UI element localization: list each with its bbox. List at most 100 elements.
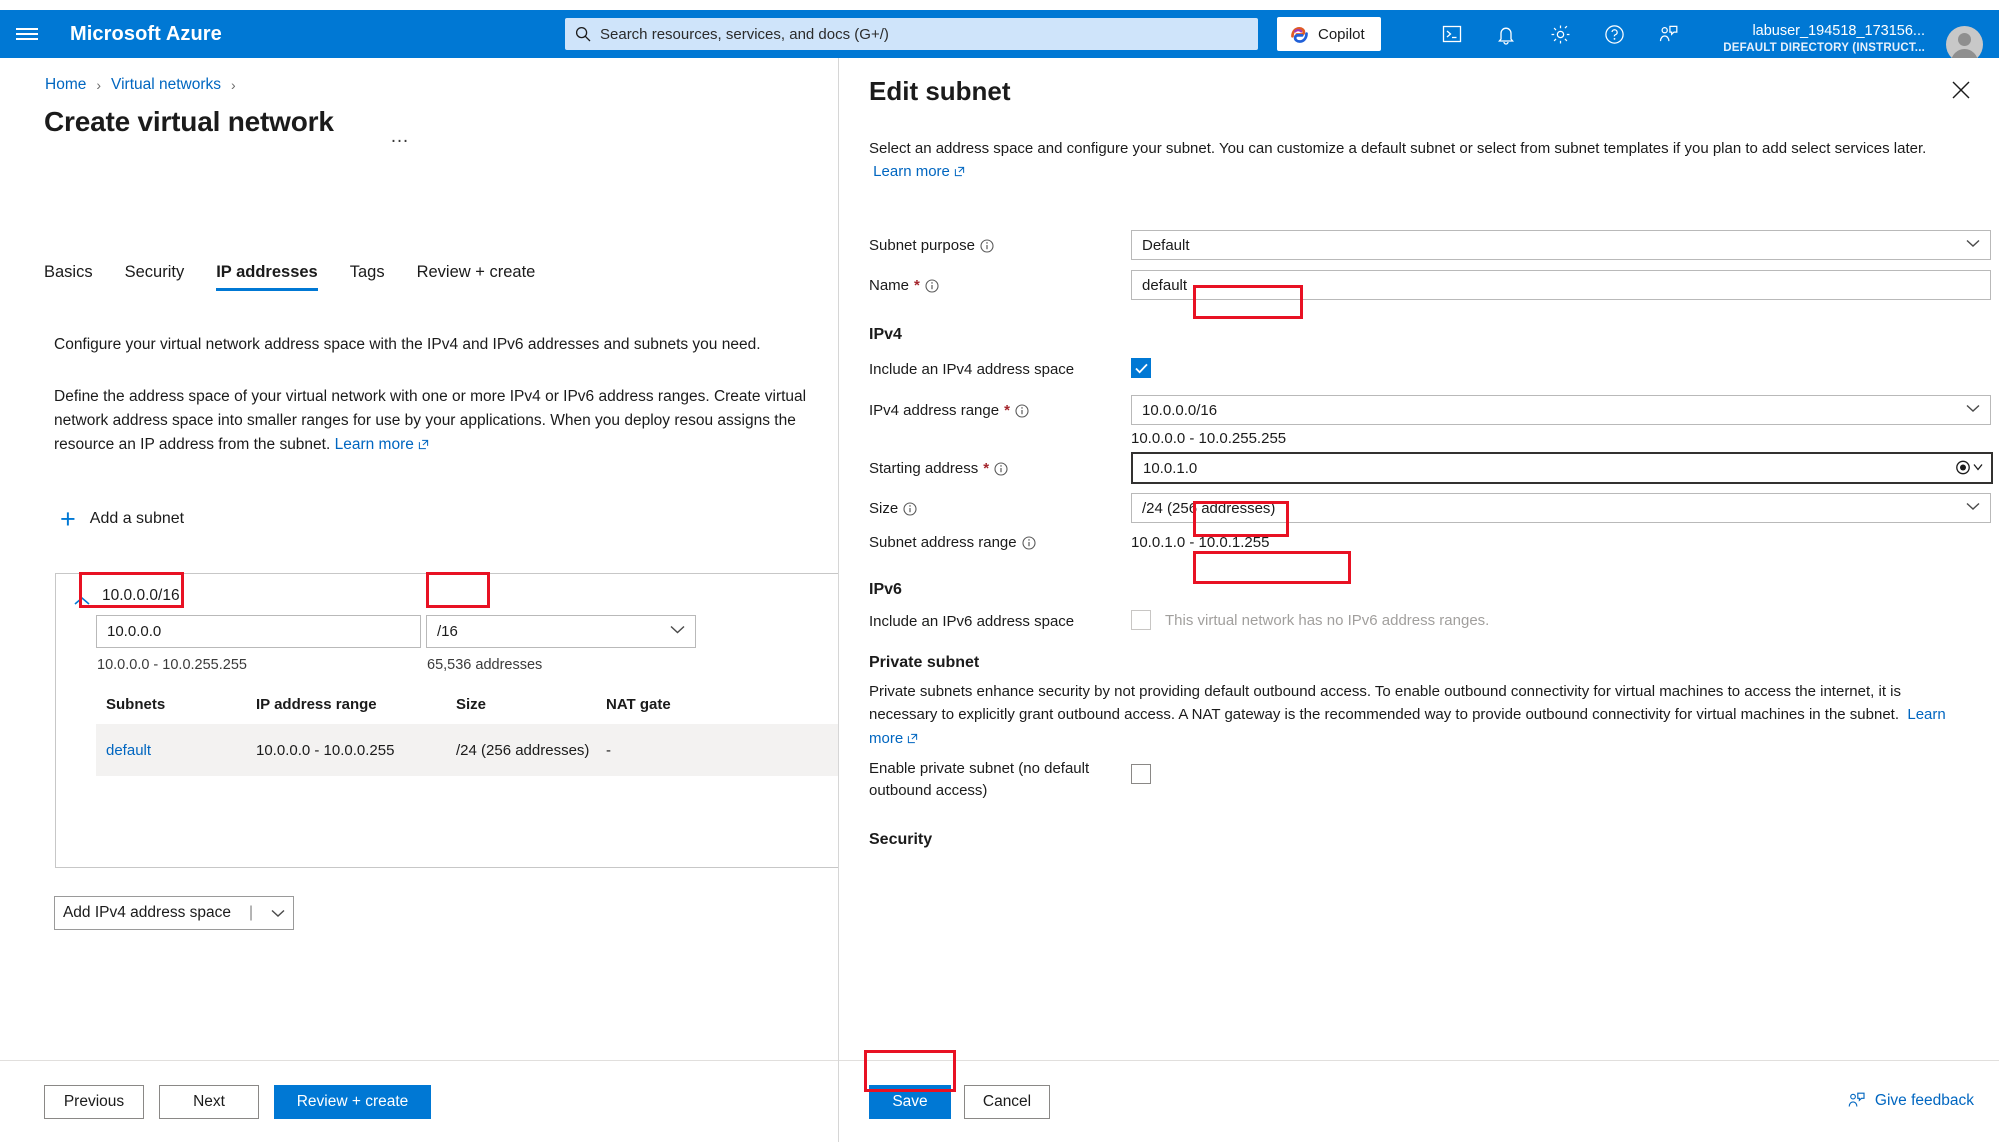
copilot-button[interactable]: Copilot <box>1277 17 1381 51</box>
more-actions-button[interactable]: … <box>390 126 410 148</box>
address-space-ip-input[interactable] <box>96 615 421 648</box>
give-feedback-label: Give feedback <box>1874 1091 1974 1109</box>
private-subnet-heading: Private subnet <box>869 654 980 671</box>
azure-top-bar: Microsoft Azure Copilot <box>0 10 1999 63</box>
subnet-size: /24 (256 addresses) <box>456 741 590 759</box>
split-divider: | <box>249 904 254 921</box>
search-input[interactable] <box>600 25 1248 43</box>
intro-paragraph-1: Configure your virtual network address s… <box>54 336 761 353</box>
include-ipv4-checkbox-wrap <box>1131 358 1151 378</box>
learn-more-link[interactable]: Learn more <box>335 436 414 453</box>
include-ipv6-label-text: Include an IPv6 address space <box>869 613 1075 630</box>
address-space-mask-select[interactable]: /16 <box>426 615 696 648</box>
azure-portal-screen: Microsoft Azure Copilot <box>0 0 1999 1142</box>
chevron-down-icon[interactable] <box>271 909 285 918</box>
field-subnet-purpose: Subnet purpose Default <box>869 230 1991 262</box>
breadcrumb-virtual-networks[interactable]: Virtual networks <box>111 76 221 94</box>
include-ipv4-label: Include an IPv4 address space <box>869 361 1074 378</box>
notifications-bell-icon[interactable] <box>1479 18 1533 50</box>
col-header-subnets: Subnets <box>106 696 166 713</box>
table-row[interactable]: default 10.0.0.0 - 10.0.0.255 /24 (256 a… <box>96 724 838 776</box>
cancel-button[interactable]: Cancel <box>964 1085 1050 1119</box>
azure-brand-label[interactable]: Microsoft Azure <box>70 23 222 46</box>
info-icon[interactable] <box>925 278 939 293</box>
field-enable-private-subnet: Enable private subnet (no default outbou… <box>869 758 1969 802</box>
ipv4-address-range-select[interactable]: 10.0.0.0/16 <box>1131 395 1991 425</box>
starting-address-label: Starting address * <box>869 460 1008 477</box>
chevron-down-icon <box>1966 404 1980 412</box>
subnet-name-link[interactable]: default <box>106 742 151 759</box>
save-button[interactable]: Save <box>869 1085 951 1119</box>
private-subnet-description-text: Private subnets enhance security by not … <box>869 683 1901 724</box>
intro-paragraph-2: Define the address space of your virtual… <box>54 385 838 457</box>
blade-description: Select an address space and configure yo… <box>869 137 1969 184</box>
chevron-up-icon[interactable] <box>74 596 90 606</box>
feedback-icon <box>1848 1092 1865 1107</box>
chevron-down-icon <box>1966 502 1980 510</box>
ip-suggestion-icon[interactable] <box>1956 460 1984 475</box>
add-a-subnet-button[interactable]: + Add a subnet <box>60 504 185 534</box>
wizard-footer: Previous Next Review + create <box>0 1060 838 1142</box>
tab-ip-addresses[interactable]: IP addresses <box>216 263 318 291</box>
chevron-down-icon <box>1966 239 1980 247</box>
tab-tags[interactable]: Tags <box>350 263 385 291</box>
review-create-button[interactable]: Review + create <box>274 1085 431 1119</box>
size-value: /24 (256 addresses) <box>1142 499 1276 517</box>
previous-button[interactable]: Previous <box>44 1085 144 1119</box>
copilot-label: Copilot <box>1318 25 1365 43</box>
top-icon-group <box>1425 18 1695 50</box>
tab-basics[interactable]: Basics <box>44 263 93 291</box>
chevron-down-icon <box>670 625 685 634</box>
address-space-count-note: 65,536 addresses <box>427 657 543 673</box>
starting-address-input[interactable] <box>1131 452 1993 484</box>
plus-icon: + <box>60 504 76 534</box>
breadcrumb: Home › Virtual networks › <box>45 76 236 94</box>
settings-gear-icon[interactable] <box>1533 18 1587 50</box>
include-ipv4-checkbox[interactable] <box>1131 358 1151 378</box>
col-header-ip-address-range: IP address range <box>256 696 377 713</box>
tab-security[interactable]: Security <box>125 263 185 291</box>
wizard-tabs: Basics Security IP addresses Tags Review… <box>44 263 535 291</box>
tab-review-create[interactable]: Review + create <box>417 263 536 291</box>
account-directory: DEFAULT DIRECTORY (INSTRUCT... <box>1723 41 1925 54</box>
info-icon[interactable] <box>1015 403 1029 418</box>
info-icon[interactable] <box>903 501 917 516</box>
global-search[interactable] <box>565 18 1258 50</box>
create-vnet-page: Home › Virtual networks › Create virtual… <box>0 58 838 1142</box>
blade-title: Edit subnet <box>869 76 1011 106</box>
address-space-range-note: 10.0.0.0 - 10.0.255.255 <box>97 657 247 673</box>
give-feedback-button[interactable]: Give feedback <box>1847 1091 1974 1110</box>
blade-learn-more-link[interactable]: Learn more <box>873 163 950 180</box>
intro-paragraph-2-text: Define the address space of your virtual… <box>54 388 807 454</box>
ipv4-address-range-label: IPv4 address range * <box>869 402 1029 419</box>
close-icon[interactable] <box>1951 80 1971 100</box>
account-info[interactable]: labuser_194518_173156... DEFAULT DIRECTO… <box>1723 23 1925 55</box>
cloud-shell-icon[interactable] <box>1425 18 1479 50</box>
address-space-card: 10.0.0.0/16 /16 10.0.0.0 - 10.0.255.255 … <box>55 573 838 868</box>
ipv4-address-range-value: 10.0.0.0/16 <box>1142 401 1218 419</box>
breadcrumb-home[interactable]: Home <box>45 76 86 94</box>
subnets-table: Subnets IP address range Size NAT gate d… <box>96 696 838 776</box>
subnets-table-header: Subnets IP address range Size NAT gate <box>96 696 838 724</box>
include-ipv6-checkbox <box>1131 610 1151 630</box>
info-icon[interactable] <box>980 238 994 253</box>
field-size: Size /24 (256 addresses) <box>869 493 1991 525</box>
copilot-icon <box>1291 26 1308 43</box>
name-field-wrap <box>1131 270 1991 300</box>
next-button[interactable]: Next <box>159 1085 259 1119</box>
include-ipv6-note: This virtual network has no IPv6 address… <box>1165 611 1490 629</box>
info-icon[interactable] <box>994 461 1008 476</box>
size-label-text: Size <box>869 500 899 517</box>
add-a-subnet-label: Add a subnet <box>89 510 185 527</box>
enable-private-subnet-label: Enable private subnet (no default outbou… <box>869 760 1090 799</box>
feedback-icon[interactable] <box>1641 18 1695 50</box>
hamburger-icon[interactable] <box>0 10 54 58</box>
add-ipv4-address-space-button[interactable]: Add IPv4 address space | <box>54 896 294 930</box>
name-input[interactable] <box>1131 270 1991 300</box>
help-question-icon[interactable] <box>1587 18 1641 50</box>
subnet-purpose-select[interactable]: Default <box>1131 230 1991 260</box>
enable-private-subnet-checkbox[interactable] <box>1131 764 1151 784</box>
size-select[interactable]: /24 (256 addresses) <box>1131 493 1991 523</box>
page-title: Create virtual network <box>44 106 334 137</box>
info-icon[interactable] <box>1022 535 1036 550</box>
